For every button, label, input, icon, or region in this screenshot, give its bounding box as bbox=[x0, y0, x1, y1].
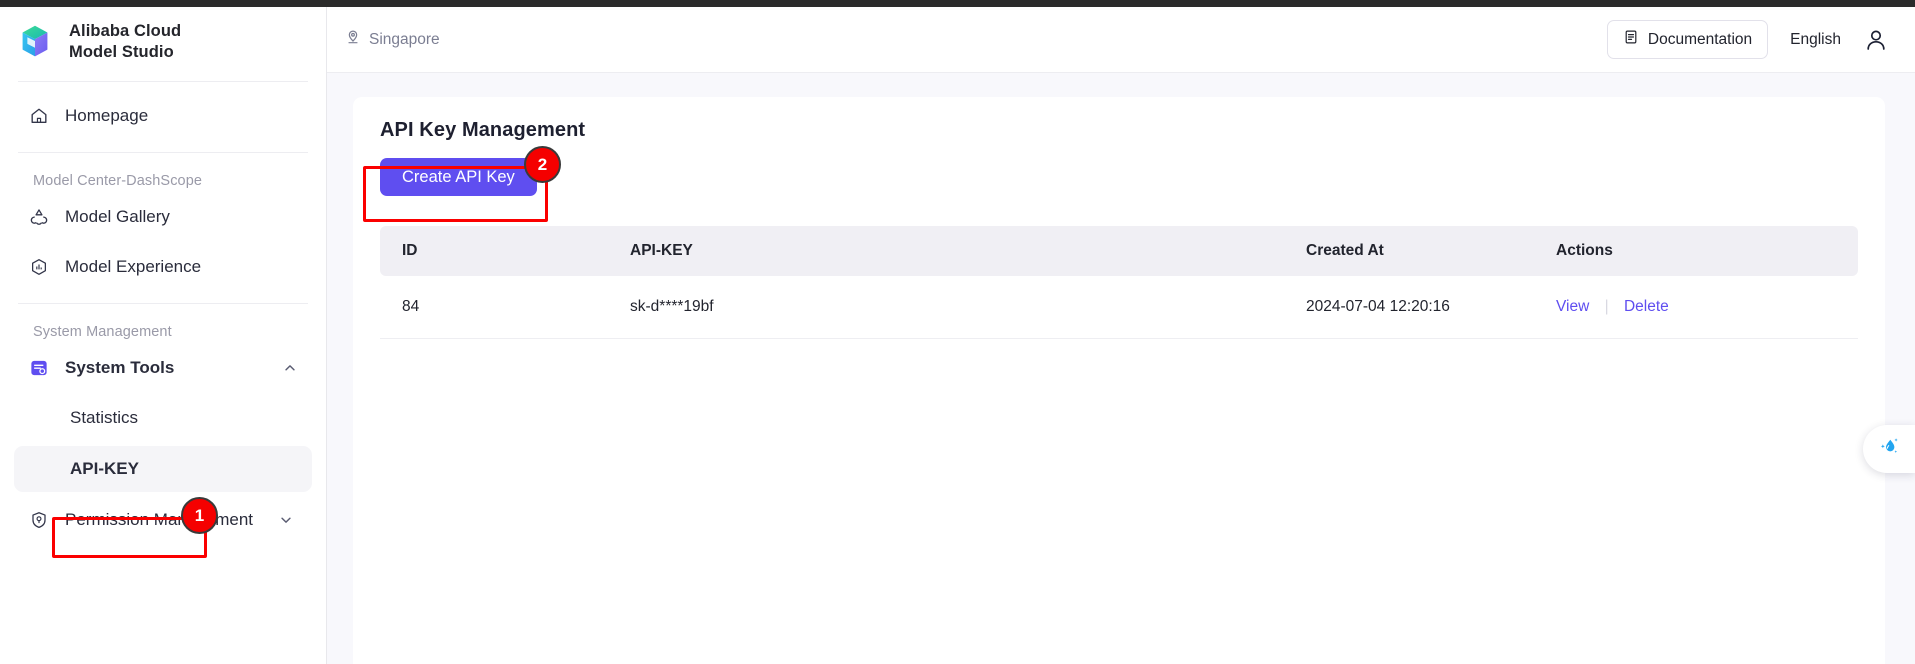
brand-logo-block[interactable]: Alibaba Cloud Model Studio bbox=[0, 7, 326, 63]
sidebar-item-statistics-label: Statistics bbox=[70, 408, 139, 427]
sidebar-item-system-tools-label: System Tools bbox=[65, 358, 175, 377]
app-root: Alibaba Cloud Model Studio Homepage Mode… bbox=[0, 0, 1915, 664]
column-header-api-key: API-KEY bbox=[630, 226, 1306, 276]
brand-text: Alibaba Cloud Model Studio bbox=[69, 21, 181, 63]
hexagon-chart-icon bbox=[28, 257, 49, 278]
cell-id: 84 bbox=[380, 276, 630, 339]
sidebar-divider-3 bbox=[18, 303, 308, 304]
chevron-up-icon[interactable] bbox=[282, 360, 298, 376]
cell-api-key: sk-d****19bf bbox=[630, 276, 1306, 339]
water-drop-sparkle-icon bbox=[1876, 434, 1902, 465]
sidebar-item-statistics[interactable]: Statistics bbox=[14, 396, 312, 440]
sidebar-group-model-center: Model Center-DashScope bbox=[33, 173, 203, 189]
region-selector[interactable]: Singapore bbox=[345, 29, 440, 50]
sidebar-item-model-gallery[interactable]: Model Gallery bbox=[14, 195, 312, 239]
column-header-created-at: Created At bbox=[1306, 226, 1556, 276]
sidebar-item-model-experience-label: Model Experience bbox=[65, 257, 202, 276]
sidebar-item-permission-management-label: Permission Management bbox=[65, 510, 254, 529]
header-actions: Documentation English bbox=[1606, 20, 1915, 59]
documentation-label: Documentation bbox=[1647, 30, 1753, 48]
annotation-badge-2: 2 bbox=[524, 146, 561, 183]
location-pin-icon bbox=[345, 29, 361, 50]
api-key-panel: API Key Management Create API Key ID API… bbox=[353, 97, 1885, 664]
region-label: Singapore bbox=[369, 30, 440, 48]
chevron-down-icon[interactable] bbox=[278, 512, 294, 528]
view-link[interactable]: View bbox=[1556, 298, 1589, 315]
system-tools-icon bbox=[28, 358, 49, 379]
delete-link[interactable]: Delete bbox=[1624, 298, 1669, 315]
sidebar-item-homepage[interactable]: Homepage bbox=[14, 94, 312, 138]
sidebar-item-model-gallery-label: Model Gallery bbox=[65, 207, 170, 226]
sidebar-item-api-key[interactable]: API-KEY bbox=[14, 446, 312, 492]
create-api-key-button[interactable]: Create API Key bbox=[380, 158, 537, 196]
language-selector[interactable]: English bbox=[1790, 31, 1841, 49]
sidebar: Alibaba Cloud Model Studio Homepage Mode… bbox=[0, 7, 327, 664]
cell-created-at: 2024-07-04 12:20:16 bbox=[1306, 276, 1556, 339]
sidebar-item-homepage-label: Homepage bbox=[65, 106, 149, 125]
brand-line-1: Alibaba Cloud bbox=[69, 22, 182, 41]
documentation-button[interactable]: Documentation bbox=[1606, 20, 1769, 59]
sidebar-divider-2 bbox=[18, 152, 308, 153]
gallery-icon bbox=[28, 207, 49, 228]
table-row: 84 sk-d****19bf 2024-07-04 12:20:16 View… bbox=[380, 276, 1858, 339]
top-header: Singapore Documentation English bbox=[327, 7, 1915, 73]
api-key-table: ID API-KEY Created At Actions 84 sk-d***… bbox=[380, 226, 1858, 339]
document-icon bbox=[1623, 29, 1639, 50]
sidebar-group-system-management: System Management bbox=[33, 324, 172, 340]
cube-logo-icon bbox=[14, 21, 56, 63]
top-strip bbox=[0, 0, 1915, 7]
table-header-row: ID API-KEY Created At Actions bbox=[380, 226, 1858, 276]
sidebar-item-api-key-label: API-KEY bbox=[70, 459, 139, 478]
column-header-actions: Actions bbox=[1556, 226, 1858, 276]
cell-actions: View | Delete bbox=[1556, 276, 1858, 339]
assistant-widget-button[interactable] bbox=[1863, 425, 1915, 473]
shield-icon bbox=[28, 510, 49, 531]
home-icon bbox=[28, 106, 49, 127]
sidebar-item-system-tools[interactable]: System Tools bbox=[14, 346, 312, 390]
brand-line-2: Model Studio bbox=[69, 43, 174, 61]
sidebar-item-permission-management[interactable]: Permission Management bbox=[14, 498, 312, 542]
user-avatar-icon[interactable] bbox=[1863, 27, 1889, 53]
column-header-id: ID bbox=[380, 226, 630, 276]
sidebar-divider-1 bbox=[18, 81, 308, 82]
annotation-badge-1: 1 bbox=[181, 497, 218, 534]
page-title: API Key Management bbox=[380, 119, 586, 141]
sidebar-item-model-experience[interactable]: Model Experience bbox=[14, 245, 312, 289]
action-separator: | bbox=[1604, 298, 1609, 315]
